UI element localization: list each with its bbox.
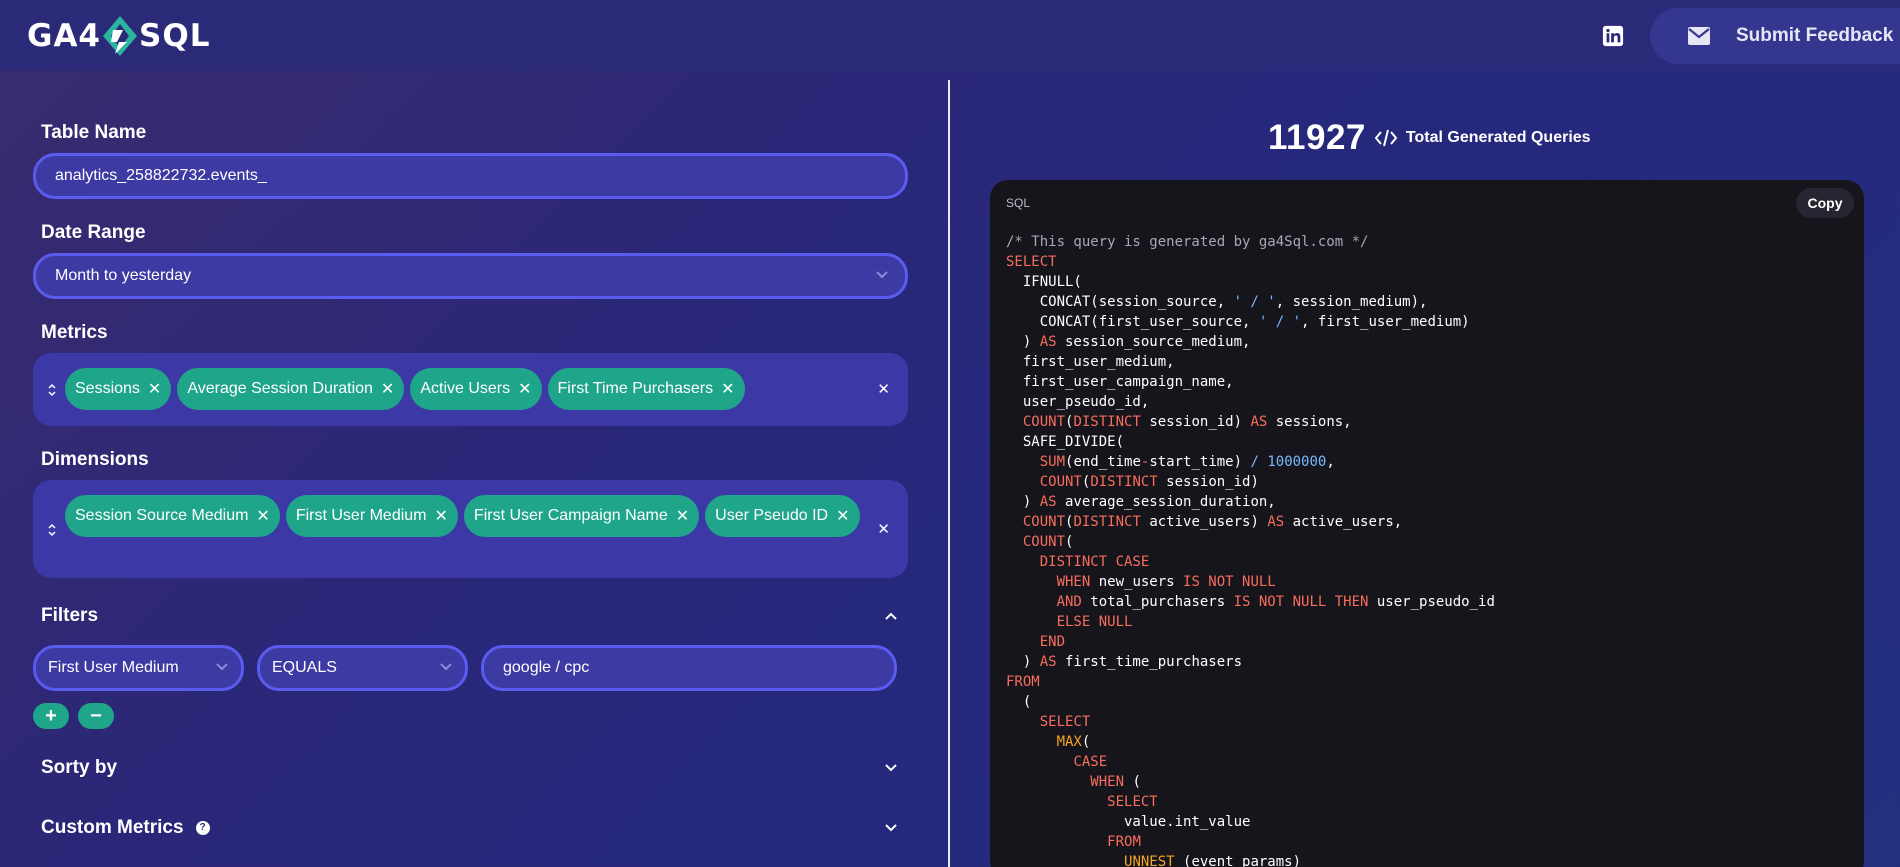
table-name-input[interactable]: analytics_258822732.events_ [33,153,908,199]
query-counter: 11927 Total Generated Queries [1268,118,1591,158]
add-filter-button[interactable]: + [33,703,69,729]
copy-button[interactable]: Copy [1796,188,1854,218]
sort-arrows-icon [48,383,56,397]
remove-chip-icon[interactable]: ✕ [836,506,849,526]
sort-by-section-header[interactable]: Sorty by [33,757,908,779]
date-range-label: Date Range [41,222,146,243]
dimensions-label: Dimensions [41,449,149,470]
metric-chip[interactable]: Sessions ✕ [65,368,172,410]
remove-chip-icon[interactable]: ✕ [435,506,448,526]
filter-row: First User Medium EQUALS google / cpc [33,645,908,691]
table-name-label: Table Name [41,122,147,143]
filters-section-header[interactable]: Filters [33,605,908,627]
chevron-up-icon[interactable] [884,611,898,621]
remove-chip-icon[interactable]: ✕ [381,379,394,399]
sort-arrows-icon [48,523,56,537]
filter-value-input[interactable]: google / cpc [481,645,897,691]
custom-metrics-section-header[interactable]: Custom Metrics? [33,817,908,839]
sql-code-block: SQL Copy /* This query is generated by g… [990,180,1864,867]
clear-all-icon[interactable]: ✕ [877,380,890,398]
dimension-chip[interactable]: First User Medium ✕ [285,495,458,537]
chevron-down-icon[interactable] [884,763,898,773]
panel-divider [948,80,950,867]
total-queries-count: 11927 [1268,118,1366,157]
metric-chip[interactable]: First Time Purchasers ✕ [547,368,745,410]
help-icon[interactable]: ? [195,820,210,835]
chevron-down-icon [876,271,888,279]
logo-text-right: SQL [139,17,211,54]
remove-filter-button[interactable]: − [78,703,114,729]
linkedin-icon[interactable] [1602,25,1624,47]
submit-feedback-label: Submit Feedback [1736,24,1894,46]
filter-actions: + − [33,703,908,729]
submit-feedback-button[interactable]: Submit Feedback [1650,7,1900,64]
date-range-value: Month to yesterday [55,267,192,284]
chevron-down-icon[interactable] [884,823,898,833]
metric-chip[interactable]: Average Session Duration ✕ [177,368,405,410]
clear-all-icon[interactable]: ✕ [877,520,890,538]
remove-chip-icon[interactable]: ✕ [148,379,161,399]
filter-operator-select[interactable]: EQUALS [257,645,468,691]
ga4sql-diamond-icon [103,15,138,56]
custom-metrics-label: Custom Metrics? [41,817,210,839]
header-actions: Submit Feedback [1602,7,1900,64]
remove-chip-icon[interactable]: ✕ [518,379,531,399]
chevron-down-icon [216,663,228,671]
filters-label: Filters [41,605,99,626]
logo-text-left: GA4 [27,17,102,54]
dimension-chip[interactable]: Session Source Medium ✕ [65,495,280,537]
app-logo[interactable]: GA4 SQL [27,15,211,56]
filter-field-select[interactable]: First User Medium [33,645,244,691]
chevron-down-icon [440,663,452,671]
total-queries-label: Total Generated Queries [1405,129,1591,146]
metrics-multiselect[interactable]: Sessions ✕ Average Session Duration ✕ Acti… [33,353,908,426]
dimension-chip[interactable]: User Pseudo ID ✕ [705,495,860,537]
code-icon [1374,129,1398,147]
date-range-select[interactable]: Month to yesterday [33,253,908,299]
remove-chip-icon[interactable]: ✕ [721,379,734,399]
top-header: GA4 SQL Submit Feedback [0,0,1900,71]
sort-by-label: Sorty by [41,757,118,778]
remove-chip-icon[interactable]: ✕ [676,506,689,526]
envelope-icon [1688,26,1710,45]
query-builder-form: Table Name analytics_258822732.events_ D… [33,71,908,839]
table-name-value: analytics_258822732.events_ [55,167,267,184]
metrics-label: Metrics [41,322,108,343]
sql-code[interactable]: /* This query is generated by ga4Sql.com… [1006,232,1495,867]
dimension-chip[interactable]: First User Campaign Name ✕ [463,495,700,537]
dimensions-multiselect[interactable]: Session Source Medium ✕ First User Medium… [33,480,908,578]
metric-chip[interactable]: Active Users ✕ [410,368,542,410]
code-language-label: SQL [1006,196,1031,210]
remove-chip-icon[interactable]: ✕ [256,506,269,526]
